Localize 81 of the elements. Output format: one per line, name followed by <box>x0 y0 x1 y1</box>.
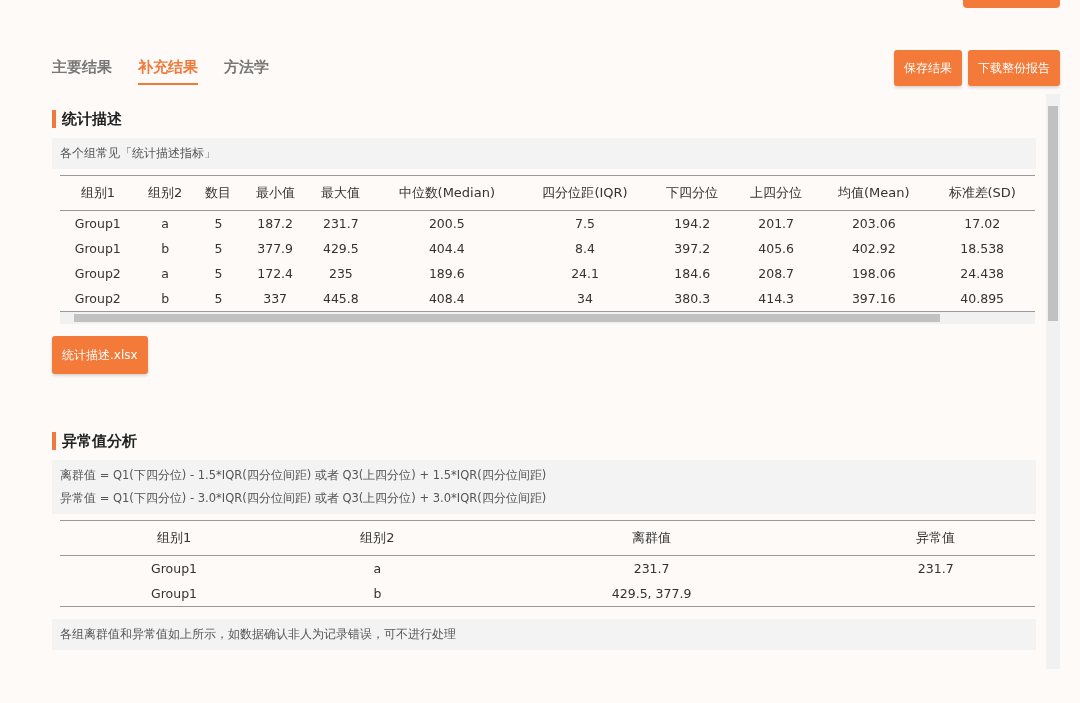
table-cell: a <box>373 561 382 576</box>
section-title: 异常值分析 <box>52 432 1036 450</box>
table-cell: 7.5 <box>575 216 595 231</box>
save-button[interactable]: 保存结果 <box>894 50 962 86</box>
table-cell: 24.1 <box>571 266 599 281</box>
table-cell: 187.2 <box>257 216 294 231</box>
cut-off-button[interactable] <box>963 0 1060 8</box>
table-cell: 5 <box>214 291 223 306</box>
table-cell: 405.6 <box>758 241 795 256</box>
table-cell: 408.4 <box>428 291 465 306</box>
table-cell: 404.4 <box>428 241 465 256</box>
table-cell: 5 <box>214 216 223 231</box>
table-cell: 184.6 <box>674 266 711 281</box>
table-cell: b <box>161 291 170 306</box>
table-cell: Group2 <box>74 291 121 306</box>
table-cell: 235 <box>328 266 353 281</box>
table-cell: 414.3 <box>758 291 795 306</box>
table-cell: Group1 <box>151 561 198 576</box>
note-text: 各个组常见「统计描述指标」 <box>60 146 217 161</box>
table-cell: 231.7 <box>633 561 670 576</box>
column-header: 标准差(SD) <box>929 175 1035 211</box>
column-header: 异常值 <box>836 520 1035 556</box>
table-cell: 5 <box>214 241 223 256</box>
column-header: 最小值 <box>242 175 308 211</box>
table-cell: 8.4 <box>575 241 595 256</box>
table-cell: b <box>373 586 382 601</box>
tab[interactable]: 方法学 <box>224 51 269 85</box>
column-header: 离群值 <box>466 520 837 556</box>
note-text: 离群值 = Q1(下四分位) - 1.5*IQR(四分位间距) 或者 Q3(上四分位) + 1.5*IQR(四分位间距) <box>60 468 548 483</box>
table-cell: b <box>161 241 170 256</box>
column-header: 均值(Mean) <box>818 175 930 211</box>
column-header: 下四分位 <box>650 175 735 211</box>
table-cell: 429.5 <box>322 241 359 256</box>
table-cell: 172.4 <box>257 266 294 281</box>
column-header: 组别2 <box>288 520 467 556</box>
column-header: 数目 <box>194 175 243 211</box>
column-header: 上四分位 <box>734 175 819 211</box>
table-cell: a <box>161 216 169 231</box>
table-cell: 377.9 <box>257 241 294 256</box>
footer-note: 各组离群值和异常值如上所示，如数据确认非人为记录错误，可不进行处理 <box>52 619 1036 650</box>
table-cell: 18.538 <box>960 241 1005 256</box>
tab[interactable]: 主要结果 <box>52 51 112 85</box>
download-button[interactable]: 下载整份报告 <box>968 50 1060 86</box>
column-header: 四分位距(IQR) <box>519 175 651 211</box>
column-header: 最大值 <box>308 175 374 211</box>
table-cell: 337 <box>263 291 288 306</box>
column-header: 中位数(Median) <box>373 175 520 211</box>
table-cell: 231.7 <box>322 216 359 231</box>
table-cell: Group1 <box>151 586 198 601</box>
table-cell: 429.5, 377.9 <box>611 586 692 601</box>
table-cell: 402.92 <box>851 241 896 256</box>
horizontal-scrollbar[interactable] <box>60 312 1035 324</box>
note-text: 异常值 = Q1(下四分位) - 3.0*IQR(四分位间距) 或者 Q3(上四分位) + 3.0*IQR(四分位间距) <box>60 491 548 506</box>
download-file-button[interactable]: 统计描述.xlsx <box>52 336 148 374</box>
section-title: 统计描述 <box>52 110 1036 128</box>
table-cell: a <box>161 266 169 281</box>
table-cell: Group1 <box>74 241 121 256</box>
vertical-scrollbar[interactable] <box>1046 94 1060 669</box>
tab[interactable]: 补充结果 <box>138 51 198 85</box>
table-cell: 208.7 <box>758 266 795 281</box>
table-cell: 203.06 <box>851 216 896 231</box>
table-cell: Group1 <box>74 216 121 231</box>
table-cell: 198.06 <box>851 266 896 281</box>
table-cell: 397.16 <box>851 291 896 306</box>
column-header: 组别1 <box>60 175 136 211</box>
table-cell: 189.6 <box>428 266 465 281</box>
table-cell: 200.5 <box>428 216 465 231</box>
table-cell: 194.2 <box>674 216 711 231</box>
table-cell: 445.8 <box>322 291 359 306</box>
table-cell: 40.895 <box>960 291 1005 306</box>
table-cell: 380.3 <box>674 291 711 306</box>
table-cell: 397.2 <box>674 241 711 256</box>
column-header: 组别2 <box>135 175 195 211</box>
table-cell: 231.7 <box>917 561 954 576</box>
table-cell: 201.7 <box>758 216 795 231</box>
table-cell: Group2 <box>74 266 121 281</box>
table-cell: 24.438 <box>960 266 1005 281</box>
column-header: 组别1 <box>60 520 289 556</box>
table-cell: 17.02 <box>964 216 1001 231</box>
table-cell: 5 <box>214 266 223 281</box>
table-cell: 34 <box>577 291 593 306</box>
